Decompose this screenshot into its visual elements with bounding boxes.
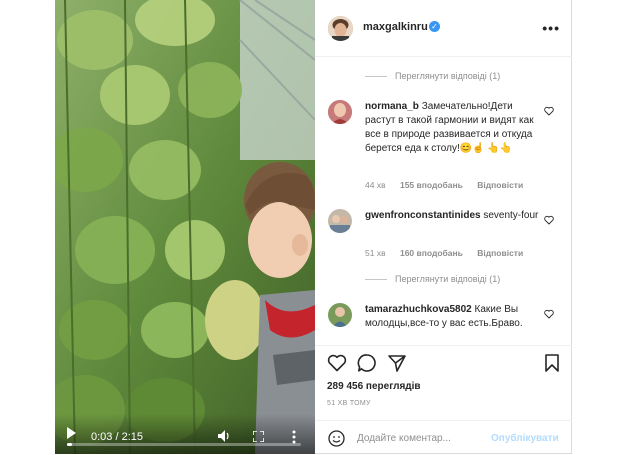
comment-username[interactable]: normana_b — [365, 101, 419, 112]
fullscreen-icon[interactable] — [253, 431, 264, 442]
post-timestamp[interactable]: 51 ХВ ТОМУ — [327, 400, 371, 407]
comment-username[interactable]: tamarazhuchkova5802 — [365, 304, 472, 315]
comment-meta: 44 хв 155 вподобань Відповісти — [365, 180, 535, 190]
paper-plane-icon[interactable] — [387, 353, 407, 373]
reply-button[interactable]: Відповісти — [477, 248, 523, 258]
view-count[interactable]: 289 456 переглядів — [327, 381, 421, 392]
view-replies-label: Переглянути відповіді (1) — [395, 71, 501, 81]
video-frame — [55, 0, 315, 454]
more-options-icon[interactable]: ••• — [542, 20, 560, 36]
comment-input[interactable] — [357, 430, 497, 446]
video-progress-bar[interactable] — [67, 443, 301, 446]
volume-icon[interactable] — [217, 429, 229, 443]
post-actions: 289 456 переглядів 51 ХВ ТОМУ — [315, 345, 572, 412]
post-sidebar: maxgalkinru ✓ ••• Переглянути відповіді … — [315, 0, 572, 454]
view-replies-button[interactable]: Переглянути відповіді (1) — [365, 274, 500, 284]
post-author-username[interactable]: maxgalkinru — [363, 21, 428, 33]
video-progress-fill — [67, 443, 73, 446]
video-time: 0:03 / 2:15 — [91, 431, 143, 443]
post-header: maxgalkinru ✓ ••• — [315, 0, 572, 57]
bookmark-icon[interactable] — [542, 353, 562, 373]
video-more-icon[interactable] — [292, 430, 296, 444]
play-icon[interactable] — [67, 427, 76, 439]
reply-button[interactable]: Відповісти — [477, 180, 523, 190]
comment-likes[interactable]: 160 вподобань — [400, 248, 463, 258]
comment-username[interactable]: gwenfronconstantinides — [365, 210, 481, 221]
heart-icon[interactable] — [327, 353, 347, 373]
heart-icon[interactable] — [544, 106, 554, 116]
view-replies-button[interactable]: Переглянути відповіді (1) — [365, 71, 500, 81]
comment-icon[interactable] — [357, 353, 377, 373]
divider-line — [365, 76, 387, 78]
publish-comment-button[interactable]: Опублікувати — [491, 433, 559, 444]
video-controls: 0:03 / 2:15 — [55, 414, 315, 454]
avatar[interactable] — [328, 16, 353, 41]
avatar[interactable] — [328, 209, 352, 233]
comment-text: normana_b Замечательно!Дети растут в так… — [365, 100, 540, 156]
avatar[interactable] — [328, 100, 352, 124]
view-replies-label: Переглянути відповіді (1) — [395, 274, 501, 284]
divider-line — [365, 279, 387, 281]
comment-text: gwenfronconstantinides seventy-four — [365, 209, 540, 223]
comments-list[interactable]: Переглянути відповіді (1) normana_b Заме… — [315, 57, 572, 345]
heart-icon[interactable] — [544, 309, 554, 319]
video-player[interactable]: 0:03 / 2:15 — [55, 0, 315, 454]
add-comment-bar: Опублікувати — [315, 420, 572, 455]
comment-meta: 51 хв 160 вподобань Відповісти — [365, 248, 535, 258]
comment-time: 44 хв — [365, 180, 386, 190]
verified-badge-icon: ✓ — [429, 21, 440, 32]
avatar[interactable] — [328, 303, 352, 327]
comment-text: tamarazhuchkova5802 Какие Вы молодцы,все… — [365, 303, 540, 331]
emoji-icon[interactable] — [328, 430, 345, 447]
comment-time: 51 хв — [365, 248, 386, 258]
heart-icon[interactable] — [544, 215, 554, 225]
comment-body: seventy-four — [483, 210, 539, 221]
comment-likes[interactable]: 155 вподобань — [400, 180, 463, 190]
